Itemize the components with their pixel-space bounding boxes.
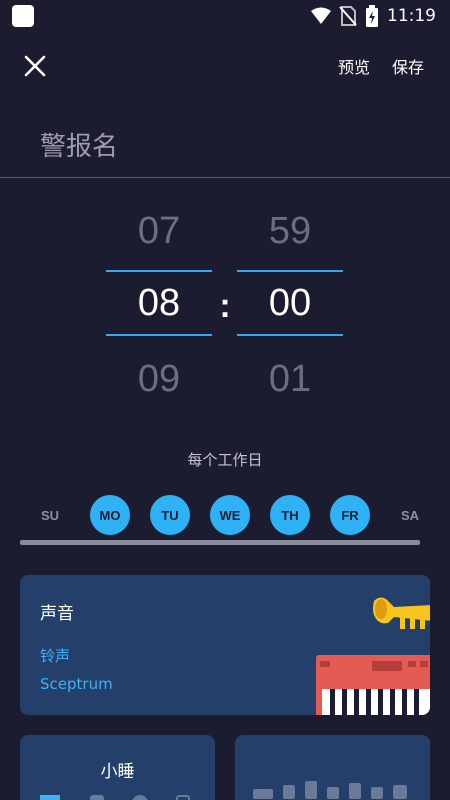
hour-picker[interactable]: 07 08 09	[106, 212, 212, 398]
sound-card[interactable]: 声音 铃声 Sceptrum	[20, 575, 430, 715]
app-square-icon	[12, 5, 34, 27]
repeat-label: 每个工作日	[187, 451, 263, 469]
day-su[interactable]: SU	[30, 495, 70, 535]
minute-next[interactable]: 01	[237, 336, 343, 398]
hour-prev[interactable]: 07	[106, 212, 212, 270]
minute-picker[interactable]: 59 00 01	[237, 212, 343, 398]
day-we[interactable]: WE	[210, 495, 250, 535]
snooze-option-icon	[40, 795, 60, 800]
top-actions: 预览 保存	[338, 54, 424, 78]
snooze-option-icon	[176, 795, 190, 800]
day-tu[interactable]: TU	[150, 495, 190, 535]
day-fr[interactable]: FR	[330, 495, 370, 535]
top-bar: 预览 保存	[0, 44, 450, 88]
weekday-selector: SU MO TU WE TH FR SA	[20, 495, 430, 535]
trumpet-icon	[373, 597, 430, 629]
battery-charging-icon	[366, 5, 378, 27]
save-button[interactable]: 保存	[392, 54, 424, 78]
alarm-name-field	[0, 122, 450, 178]
alarm-name-input[interactable]	[40, 122, 420, 172]
status-bar: 11:19	[0, 0, 450, 32]
close-icon[interactable]	[22, 53, 48, 79]
time-separator: :	[219, 287, 231, 325]
snooze-option-icon	[132, 795, 148, 800]
ringtone-label: 铃声	[40, 647, 71, 665]
day-sa[interactable]: SA	[390, 495, 430, 535]
minute-prev[interactable]: 59	[237, 212, 343, 270]
keyboard-icon	[316, 655, 430, 715]
snooze-title: 小睡	[100, 762, 135, 782]
minute-selected[interactable]: 00	[237, 270, 343, 336]
hour-selected[interactable]: 08	[106, 270, 212, 336]
no-sim-icon	[339, 6, 357, 26]
status-time: 11:19	[387, 6, 436, 26]
snooze-card[interactable]: 小睡	[20, 735, 215, 800]
wifi-icon	[311, 7, 331, 24]
day-th[interactable]: TH	[270, 495, 310, 535]
snooze-option-icon	[90, 795, 104, 800]
day-mo[interactable]: MO	[90, 495, 130, 535]
weekday-divider	[20, 540, 420, 545]
preview-button[interactable]: 预览	[338, 54, 370, 78]
hour-next[interactable]: 09	[106, 336, 212, 398]
waveform-icon	[253, 781, 407, 799]
sound-title: 声音	[40, 604, 74, 624]
status-icons: 11:19	[311, 5, 436, 27]
feature-card[interactable]	[235, 735, 430, 800]
ringtone-value: Sceptrum	[40, 675, 113, 693]
